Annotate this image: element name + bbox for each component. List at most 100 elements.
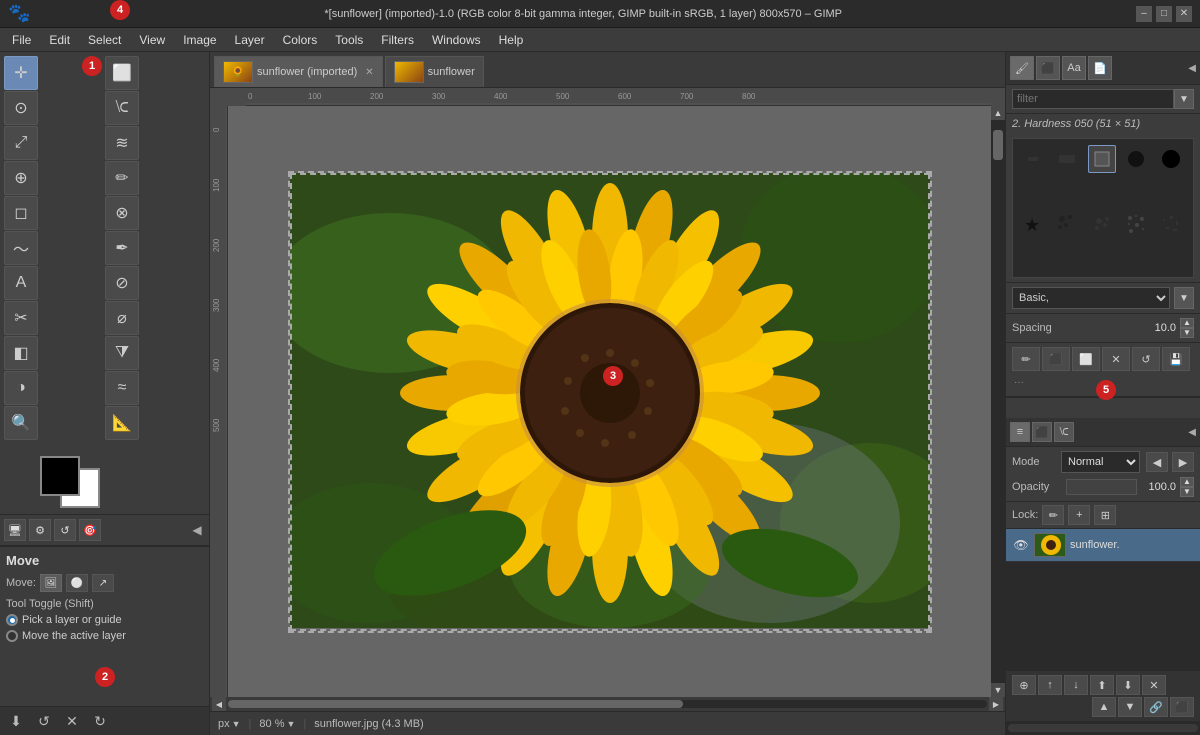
canvas-viewport[interactable]: 3 (228, 106, 991, 697)
tab-patterns[interactable]: ⬛ (1036, 56, 1060, 80)
opacity-spinner[interactable]: ▲ ▼ (1180, 477, 1194, 497)
vscroll-down[interactable]: ▼ (991, 683, 1005, 697)
expand-toolbox[interactable]: ◀ (189, 519, 205, 541)
menu-edit[interactable]: Edit (41, 31, 78, 49)
radio-pick-btn[interactable] (6, 614, 18, 626)
vscroll-thumb[interactable] (993, 130, 1003, 160)
tool-move[interactable]: ✛ (4, 56, 38, 90)
brush-swatch-scatter[interactable] (1157, 210, 1185, 238)
tool-lasso[interactable]: ⊙ (4, 91, 38, 125)
brush-duplicate-btn[interactable]: ⬛ (1042, 347, 1070, 371)
brush-swatch-star[interactable]: ★ (1019, 210, 1047, 238)
layers-action-raise[interactable]: ↑ (1038, 675, 1062, 695)
radio-active-btn[interactable] (6, 630, 18, 642)
paths-tab[interactable]: ⟈ (1054, 422, 1074, 442)
layer-visibility-eye[interactable]: 👁 (1012, 536, 1030, 554)
tool-freeselect[interactable]: ⟈ (105, 91, 139, 125)
layers-tab[interactable]: ≡ (1010, 422, 1030, 442)
tab-documents[interactable]: 📄 (1088, 56, 1112, 80)
menu-help[interactable]: Help (491, 31, 532, 49)
spacing-spinner[interactable]: ▲ ▼ (1180, 318, 1194, 338)
opt-icon-reset[interactable]: ↺ (54, 519, 76, 541)
brush-save-btn[interactable]: 💾 (1162, 347, 1190, 371)
export-button[interactable]: ⬇ (4, 711, 28, 731)
tool-paintbrush[interactable]: ⌀ (105, 301, 139, 335)
opt-icon-view[interactable]: 🖥 (4, 519, 26, 541)
menu-colors[interactable]: Colors (275, 31, 326, 49)
tool-gradient[interactable]: ◧ (4, 336, 38, 370)
layers-merge[interactable]: ⬛ (1170, 697, 1194, 717)
brush-edit-btn[interactable]: ✏ (1012, 347, 1040, 371)
redo-button[interactable]: ↻ (88, 711, 112, 731)
hscroll-track[interactable] (228, 700, 987, 708)
vscroll-track[interactable] (991, 120, 1005, 683)
brush-swatch-splat1[interactable] (1053, 210, 1081, 238)
menu-file[interactable]: File (4, 31, 39, 49)
brush-swatch-dots[interactable] (1122, 210, 1150, 238)
hscroll-left[interactable]: ◀ (212, 697, 226, 711)
tool-pencil[interactable]: ✏ (105, 161, 139, 195)
opt-icon-config[interactable]: 🎯 (79, 519, 101, 541)
tool-zoom[interactable]: 🔍 (4, 406, 38, 440)
tool-fillpath[interactable]: ⊘ (105, 266, 139, 300)
brush-resize-btn[interactable]: ⬜ (1072, 347, 1100, 371)
brush-swatch-line2[interactable] (1053, 145, 1081, 173)
hscroll-thumb[interactable] (228, 700, 683, 708)
opacity-up[interactable]: ▲ (1180, 477, 1194, 487)
tool-clone[interactable]: ⊕ (4, 161, 38, 195)
layers-panel-expand[interactable]: ◀ (1188, 427, 1196, 438)
vscroll-up[interactable]: ▲ (991, 106, 1005, 120)
mode-btn-left[interactable]: ◀ (1146, 452, 1168, 472)
layers-action-anchor[interactable]: ⬇ (1116, 675, 1140, 695)
layers-scroll-down[interactable]: ▼ (1118, 697, 1142, 717)
tool-resize[interactable]: ⬜ (105, 56, 139, 90)
tool-text[interactable]: A (4, 266, 38, 300)
zoom-selector[interactable]: 80 % ▼ (259, 718, 295, 730)
brush-preset-select[interactable]: Basic, (1012, 287, 1170, 309)
layers-action-new-group[interactable]: ⊕ (1012, 675, 1036, 695)
hscroll-right[interactable]: ▶ (989, 697, 1003, 711)
cancel-button[interactable]: ✕ (60, 711, 84, 731)
tool-ink[interactable]: ✒ (105, 231, 139, 265)
brush-swatch-circle[interactable] (1122, 145, 1150, 173)
close-button[interactable]: ✕ (1176, 6, 1192, 22)
tab-fonts[interactable]: Aa (1062, 56, 1086, 80)
brush-swatch-line[interactable] (1019, 145, 1047, 173)
tool-transform[interactable]: ⤢ (4, 126, 38, 160)
move-icon-path[interactable]: ↗ (92, 574, 114, 592)
spacing-down[interactable]: ▼ (1180, 328, 1194, 338)
foreground-color[interactable] (40, 456, 80, 496)
opacity-down[interactable]: ▼ (1180, 487, 1194, 497)
menu-windows[interactable]: Windows (424, 31, 489, 49)
brush-swatch-circle2[interactable] (1157, 145, 1185, 173)
layers-action-delete[interactable]: ✕ (1142, 675, 1166, 695)
layers-chain[interactable]: 🔗 (1144, 697, 1168, 717)
opt-icon-settings[interactable]: ⚙ (29, 519, 51, 541)
tool-warp[interactable]: ≋ (105, 126, 139, 160)
layer-item-sunflower[interactable]: 👁 sunflower. (1006, 529, 1200, 562)
spacing-up[interactable]: ▲ (1180, 318, 1194, 328)
lock-position-btn[interactable]: + (1068, 505, 1090, 525)
layers-action-lower[interactable]: ↓ (1064, 675, 1088, 695)
right-panel-expand[interactable]: ◀ (1188, 63, 1196, 74)
canvas-tab-sunflower[interactable]: sunflower (385, 56, 484, 87)
layers-action-duplicate[interactable]: ⬆ (1090, 675, 1114, 695)
undo-button[interactable]: ↺ (32, 711, 56, 731)
lock-all-btn[interactable]: ⊞ (1094, 505, 1116, 525)
maximize-button[interactable]: □ (1156, 6, 1172, 22)
canvas-tab-sunflower-imported[interactable]: 🌻 sunflower (imported) ✕ (214, 56, 383, 87)
opacity-slider[interactable] (1066, 479, 1137, 495)
tool-measure[interactable]: 📐 (105, 406, 139, 440)
menu-select[interactable]: Select (80, 31, 129, 49)
mode-select[interactable]: Normal (1061, 451, 1140, 473)
tab-brushes[interactable]: 🖌 (1010, 56, 1034, 80)
brush-more[interactable]: ··· (1012, 373, 1026, 392)
brush-filter-input[interactable] (1012, 89, 1174, 109)
brush-refresh-btn[interactable]: ↺ (1132, 347, 1160, 371)
tab-close-1[interactable]: ✕ (365, 67, 373, 78)
menu-image[interactable]: Image (175, 31, 224, 49)
tool-paths[interactable]: ✂ (4, 301, 38, 335)
brush-swatch-square[interactable] (1088, 145, 1116, 173)
brush-delete-btn[interactable]: ✕ (1102, 347, 1130, 371)
tool-heal[interactable]: ⊗ (105, 196, 139, 230)
